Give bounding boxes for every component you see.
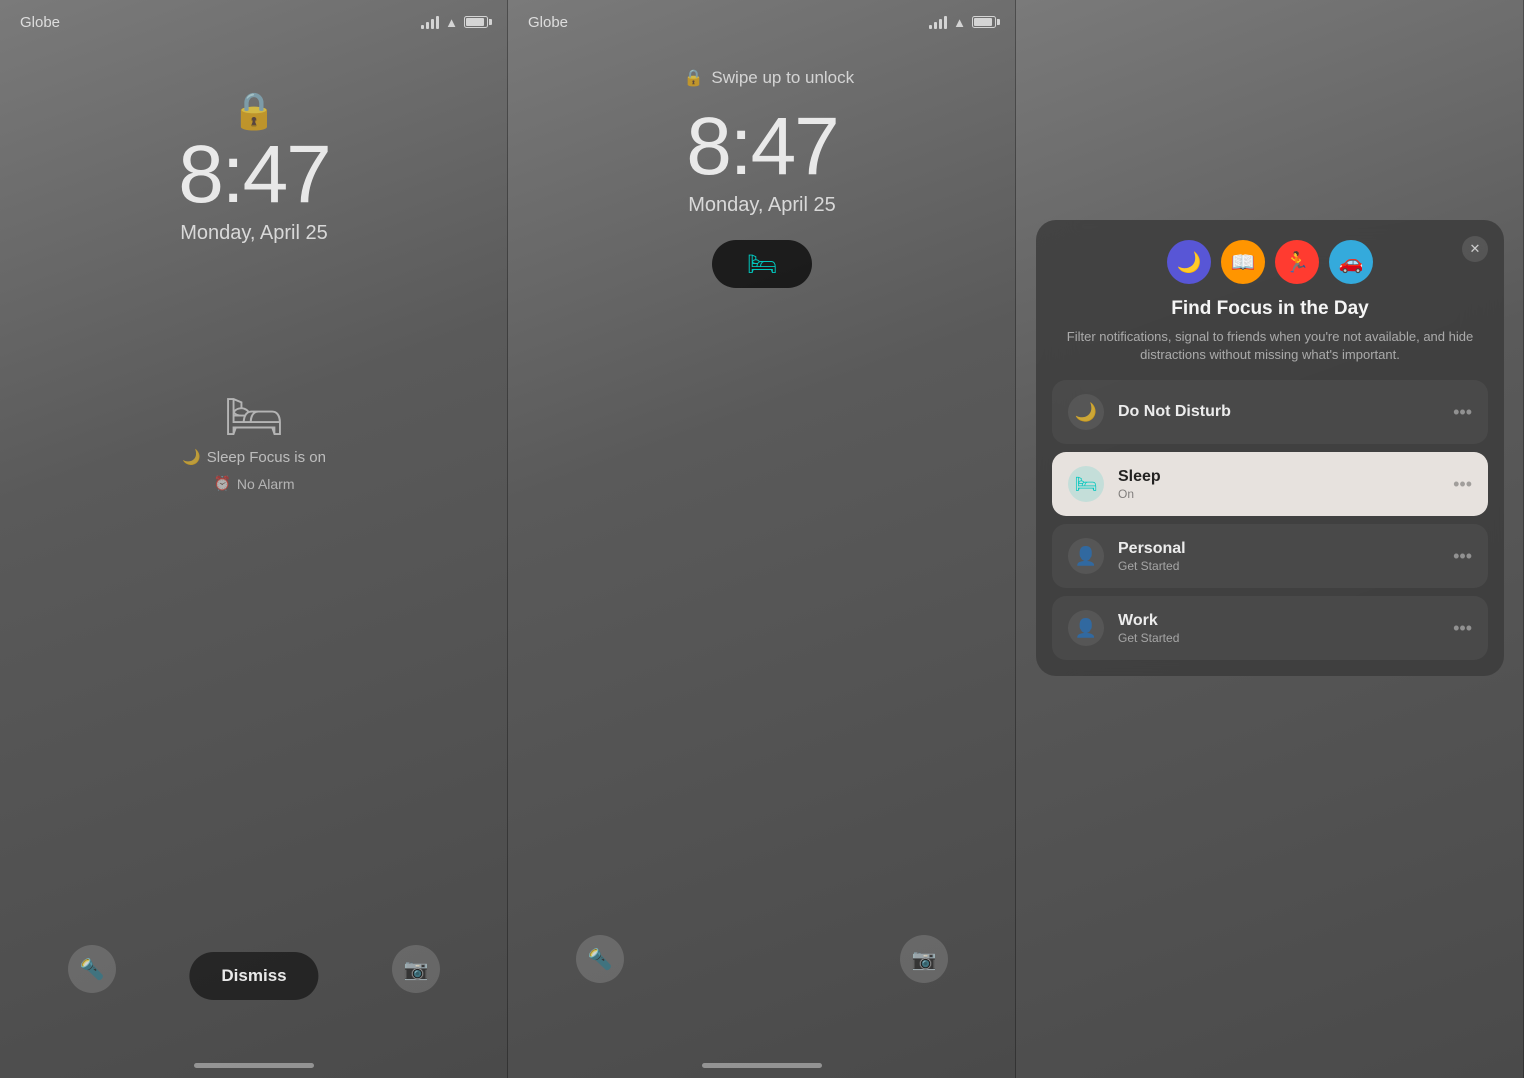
- time-display: 8:47: [178, 128, 330, 222]
- do-not-disturb-more-icon[interactable]: •••: [1453, 402, 1472, 423]
- work-item-more-icon[interactable]: •••: [1453, 618, 1472, 639]
- home-indicator: [702, 1063, 822, 1068]
- sleep-toggle[interactable]: 🛏: [712, 240, 812, 288]
- sleep-focus-icon: 🛏: [224, 388, 285, 445]
- fitness-mode-icon: 🏃: [1275, 240, 1319, 284]
- focus-card-description: Filter notifications, signal to friends …: [1052, 328, 1488, 364]
- do-not-disturb-name: Do Not Disturb: [1118, 403, 1439, 421]
- camera-icon: 📷: [912, 947, 937, 972]
- sleep-item-sub: On: [1118, 487, 1439, 501]
- personal-item-more-icon[interactable]: •••: [1453, 546, 1472, 567]
- battery-icon: [972, 16, 996, 28]
- reading-mode-icon: 📖: [1221, 240, 1265, 284]
- driving-mode-icon: 🚗: [1329, 240, 1373, 284]
- sleep-item[interactable]: 🛏 Sleep On •••: [1052, 452, 1488, 516]
- focus-menu-panel: ✕ 🌙 📖 🏃 🚗 Find Focus in the Day Filter n…: [1016, 0, 1524, 1078]
- carrier-label: Globe: [528, 14, 568, 31]
- sleep-item-text: Sleep On: [1118, 468, 1439, 501]
- focus-items-list: 🌙 Do Not Disturb ••• 🛏 Sleep On •••: [1052, 380, 1488, 660]
- work-item[interactable]: 👤 Work Get Started •••: [1052, 596, 1488, 660]
- flashlight-button[interactable]: 🔦: [576, 935, 624, 983]
- work-item-sub: Get Started: [1118, 631, 1439, 645]
- work-item-text: Work Get Started: [1118, 612, 1439, 645]
- time-display: 8:47: [686, 100, 838, 194]
- close-button[interactable]: ✕: [1462, 236, 1488, 262]
- date-display: Monday, April 25: [688, 194, 836, 217]
- personal-item-icon: 👤: [1068, 538, 1104, 574]
- status-bar: Globe ▲: [508, 0, 1016, 44]
- swipe-unlock-label: 🔒 Swipe up to unlock: [684, 68, 855, 88]
- camera-button[interactable]: 📷: [900, 935, 948, 983]
- personal-item-sub: Get Started: [1118, 559, 1439, 573]
- work-item-name: Work: [1118, 612, 1439, 630]
- date-display: Monday, April 25: [180, 222, 328, 245]
- do-not-disturb-icon: 🌙: [1068, 394, 1104, 430]
- focus-card: ✕ 🌙 📖 🏃 🚗 Find Focus in the Day Filter n…: [1036, 220, 1504, 676]
- camera-icon: 📷: [404, 957, 429, 982]
- personal-item-text: Personal Get Started: [1118, 540, 1439, 573]
- do-not-disturb-text: Do Not Disturb: [1118, 403, 1439, 421]
- flashlight-icon: 🔦: [588, 947, 613, 972]
- status-icons: ▲: [929, 15, 996, 30]
- wifi-icon: ▲: [445, 15, 458, 30]
- personal-item[interactable]: 👤 Personal Get Started •••: [1052, 524, 1488, 588]
- personal-item-name: Personal: [1118, 540, 1439, 558]
- status-bar: Globe ▲: [0, 0, 508, 44]
- moon-icon: 🌙: [182, 448, 201, 466]
- swipe-unlock-panel: Globe ▲ 🔒 Swipe up to unlock 8:47 Monday…: [508, 0, 1016, 1078]
- signal-icon: [929, 15, 947, 29]
- flashlight-button[interactable]: 🔦: [68, 945, 116, 993]
- dismiss-button[interactable]: Dismiss: [189, 952, 318, 1000]
- home-indicator: [194, 1063, 314, 1068]
- sleep-mode-icon: 🌙: [1167, 240, 1211, 284]
- lock-screen-panel: Globe ▲ 🔒 8:47 Monday, April 25 🛏 🌙 Slee…: [0, 0, 508, 1078]
- battery-icon: [464, 16, 488, 28]
- alarm-label: ⏰ No Alarm: [213, 475, 294, 492]
- sleep-item-icon: 🛏: [1068, 466, 1104, 502]
- work-item-icon: 👤: [1068, 610, 1104, 646]
- alarm-icon: ⏰: [213, 475, 230, 492]
- lock-icon: 🔒: [232, 90, 277, 132]
- sleep-item-name: Sleep: [1118, 468, 1439, 486]
- sleep-focus-label: 🌙 Sleep Focus is on: [182, 448, 326, 466]
- status-icons: ▲: [421, 15, 488, 30]
- camera-button[interactable]: 📷: [392, 945, 440, 993]
- sleep-toggle-icon: 🛏: [747, 250, 777, 279]
- focus-modes-row: 🌙 📖 🏃 🚗: [1052, 240, 1488, 284]
- sleep-item-more-icon[interactable]: •••: [1453, 474, 1472, 495]
- flashlight-icon: 🔦: [80, 957, 105, 982]
- do-not-disturb-item[interactable]: 🌙 Do Not Disturb •••: [1052, 380, 1488, 444]
- carrier-label: Globe: [20, 14, 60, 31]
- lock-small-icon: 🔒: [684, 68, 704, 88]
- wifi-icon: ▲: [953, 15, 966, 30]
- signal-icon: [421, 15, 439, 29]
- focus-card-title: Find Focus in the Day: [1052, 298, 1488, 320]
